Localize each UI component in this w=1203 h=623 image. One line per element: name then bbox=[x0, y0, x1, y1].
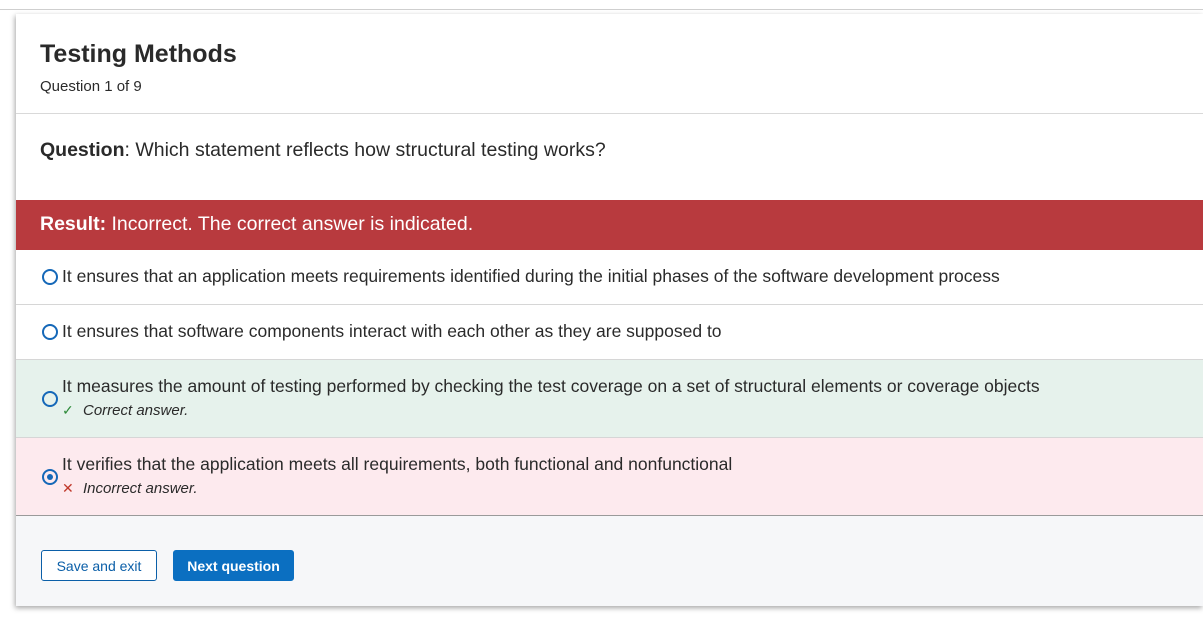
correct-feedback: ✓ Correct answer. bbox=[62, 402, 188, 419]
question-body: : Which statement reflects how structura… bbox=[124, 139, 606, 161]
radio-button-selected[interactable] bbox=[42, 469, 58, 485]
result-banner: Result: Incorrect. The correct answer is… bbox=[16, 200, 1203, 250]
top-divider bbox=[0, 9, 1203, 10]
radio-button-unselected[interactable] bbox=[42, 324, 58, 340]
question-progress: Question 1 of 9 bbox=[40, 78, 142, 95]
incorrect-feedback: ✕ Incorrect answer. bbox=[62, 480, 198, 497]
quiz-header: Testing Methods Question 1 of 9 bbox=[16, 14, 1203, 114]
result-label: Result: bbox=[40, 213, 107, 235]
radio-button-unselected[interactable] bbox=[42, 391, 58, 407]
answer-option-4-incorrect[interactable]: It verifies that the application meets a… bbox=[16, 438, 1203, 516]
save-and-exit-button[interactable]: Save and exit bbox=[41, 550, 157, 581]
answer-option-label: It ensures that software components inte… bbox=[62, 321, 722, 341]
question-text: Question: Which statement reflects how s… bbox=[40, 139, 606, 162]
answer-option-label: It verifies that the application meets a… bbox=[62, 454, 733, 474]
checkmark-icon: ✓ bbox=[62, 402, 74, 418]
feedback-text: Correct answer. bbox=[83, 402, 189, 419]
feedback-text: Incorrect answer. bbox=[83, 480, 198, 497]
radio-button-unselected[interactable] bbox=[42, 269, 58, 285]
answer-option-2[interactable]: It ensures that software components inte… bbox=[16, 305, 1203, 360]
question-label: Question bbox=[40, 139, 125, 161]
answer-option-label: It measures the amount of testing perfor… bbox=[62, 376, 1040, 396]
answer-option-label: It ensures that an application meets req… bbox=[62, 266, 1000, 286]
quiz-footer: Save and exit Next question bbox=[16, 516, 1203, 606]
answer-option-1[interactable]: It ensures that an application meets req… bbox=[16, 250, 1203, 305]
x-mark-icon: ✕ bbox=[62, 480, 74, 496]
result-message: Incorrect. The correct answer is indicat… bbox=[106, 213, 474, 235]
answer-option-3-correct[interactable]: It measures the amount of testing perfor… bbox=[16, 360, 1203, 438]
quiz-title: Testing Methods bbox=[40, 40, 237, 68]
quiz-card: Testing Methods Question 1 of 9 Question… bbox=[16, 14, 1203, 606]
next-question-button[interactable]: Next question bbox=[173, 550, 294, 581]
